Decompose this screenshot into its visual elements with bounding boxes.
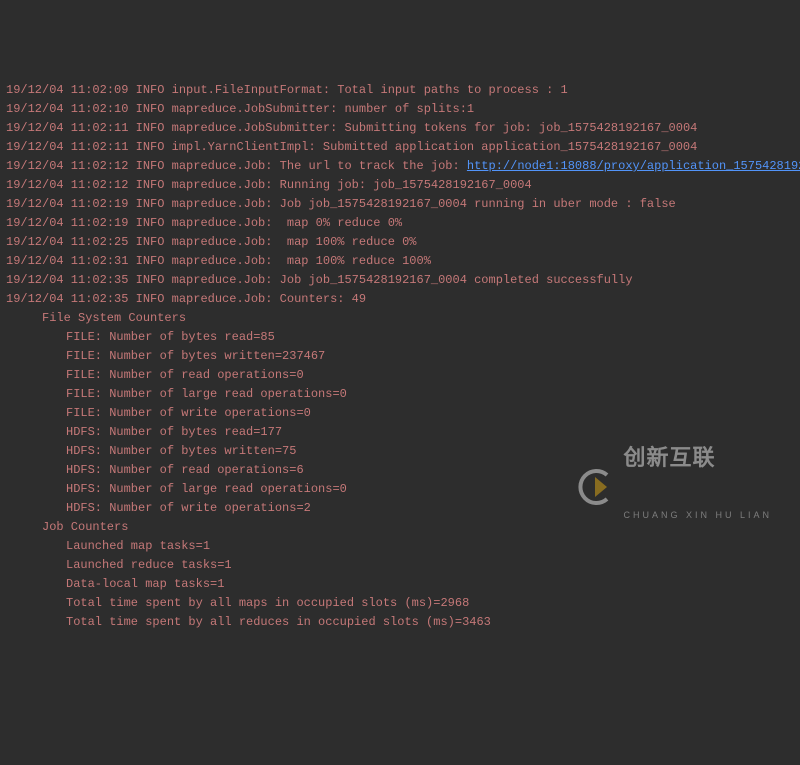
log-separator: : xyxy=(265,254,287,268)
log-separator: : xyxy=(323,83,337,97)
counter-item: HDFS: Number of bytes read=177 xyxy=(6,423,800,442)
log-timestamp: 19/12/04 11:02:11 xyxy=(6,121,128,135)
log-separator: : xyxy=(265,178,279,192)
log-level: INFO xyxy=(136,102,165,116)
log-level: INFO xyxy=(136,254,165,268)
log-separator: : xyxy=(265,235,287,249)
log-level: INFO xyxy=(136,140,165,154)
log-separator: : xyxy=(330,121,344,135)
log-level: INFO xyxy=(136,121,165,135)
log-class: mapreduce.Job xyxy=(172,178,266,192)
counter-item: FILE: Number of read operations=0 xyxy=(6,366,800,385)
log-class: mapreduce.Job xyxy=(172,273,266,287)
log-level: INFO xyxy=(136,292,165,306)
log-separator: : xyxy=(265,292,279,306)
log-level: INFO xyxy=(136,216,165,230)
counter-item: Launched reduce tasks=1 xyxy=(6,556,800,575)
log-class: mapreduce.JobSubmitter xyxy=(172,102,330,116)
counter-item: Launched map tasks=1 xyxy=(6,537,800,556)
log-class: mapreduce.Job xyxy=(172,216,266,230)
log-message: The url to track the job: xyxy=(280,159,467,173)
log-timestamp: 19/12/04 11:02:09 xyxy=(6,83,128,97)
log-separator: : xyxy=(265,159,279,173)
log-timestamp: 19/12/04 11:02:19 xyxy=(6,216,128,230)
log-line: 19/12/04 11:02:35 INFO mapreduce.Job: Jo… xyxy=(6,271,800,290)
log-message: Job job_1575428192167_0004 completed suc… xyxy=(280,273,633,287)
log-line: 19/12/04 11:02:19 INFO mapreduce.Job: ma… xyxy=(6,214,800,233)
log-line: 19/12/04 11:02:11 INFO mapreduce.JobSubm… xyxy=(6,119,800,138)
counter-item: Total time spent by all maps in occupied… xyxy=(6,594,800,613)
tracking-url-link[interactable]: http://node1:18088/proxy/application_157… xyxy=(467,159,800,173)
counter-item: FILE: Number of large read operations=0 xyxy=(6,385,800,404)
log-line: 19/12/04 11:02:11 INFO impl.YarnClientIm… xyxy=(6,138,800,157)
log-class: input.FileInputFormat xyxy=(172,83,323,97)
log-message: map 100% reduce 0% xyxy=(287,235,417,249)
counter-item: HDFS: Number of write operations=2 xyxy=(6,499,800,518)
log-message: Submitting tokens for job: job_157542819… xyxy=(344,121,697,135)
log-timestamp: 19/12/04 11:02:25 xyxy=(6,235,128,249)
log-line: 19/12/04 11:02:10 INFO mapreduce.JobSubm… xyxy=(6,100,800,119)
log-line: 19/12/04 11:02:12 INFO mapreduce.Job: Ru… xyxy=(6,176,800,195)
log-message: Job job_1575428192167_0004 running in ub… xyxy=(280,197,676,211)
log-line: 19/12/04 11:02:09 INFO input.FileInputFo… xyxy=(6,81,800,100)
log-level: INFO xyxy=(136,273,165,287)
log-timestamp: 19/12/04 11:02:31 xyxy=(6,254,128,268)
log-message: map 100% reduce 100% xyxy=(287,254,431,268)
log-level: INFO xyxy=(136,159,165,173)
counter-section-title: File System Counters xyxy=(6,309,800,328)
log-message: map 0% reduce 0% xyxy=(287,216,402,230)
log-timestamp: 19/12/04 11:02:19 xyxy=(6,197,128,211)
log-separator: : xyxy=(265,216,287,230)
log-separator: : xyxy=(265,197,279,211)
log-separator: : xyxy=(330,102,344,116)
counter-section-title: Job Counters xyxy=(6,518,800,537)
counter-item: Total time spent by all reduces in occup… xyxy=(6,613,800,632)
log-message: Counters: 49 xyxy=(280,292,366,306)
log-class: mapreduce.JobSubmitter xyxy=(172,121,330,135)
log-level: INFO xyxy=(136,83,165,97)
log-class: mapreduce.Job xyxy=(172,197,266,211)
log-level: INFO xyxy=(136,197,165,211)
log-class: mapreduce.Job xyxy=(172,254,266,268)
log-timestamp: 19/12/04 11:02:10 xyxy=(6,102,128,116)
log-level: INFO xyxy=(136,178,165,192)
counter-item: Data-local map tasks=1 xyxy=(6,575,800,594)
log-level: INFO xyxy=(136,235,165,249)
log-timestamp: 19/12/04 11:02:12 xyxy=(6,178,128,192)
counter-item: HDFS: Number of large read operations=0 xyxy=(6,480,800,499)
counter-item: HDFS: Number of read operations=6 xyxy=(6,461,800,480)
log-line: 19/12/04 11:02:12 INFO mapreduce.Job: Th… xyxy=(6,157,800,176)
log-separator: : xyxy=(308,140,322,154)
log-message: Running job: job_1575428192167_0004 xyxy=(280,178,532,192)
log-message: Submitted application application_157542… xyxy=(323,140,697,154)
terminal-log: 19/12/04 11:02:09 INFO input.FileInputFo… xyxy=(0,76,800,632)
log-class: mapreduce.Job xyxy=(172,159,266,173)
log-line: 19/12/04 11:02:25 INFO mapreduce.Job: ma… xyxy=(6,233,800,252)
counter-item: FILE: Number of bytes read=85 xyxy=(6,328,800,347)
log-class: mapreduce.Job xyxy=(172,292,266,306)
log-timestamp: 19/12/04 11:02:12 xyxy=(6,159,128,173)
counter-item: HDFS: Number of bytes written=75 xyxy=(6,442,800,461)
log-message: number of splits:1 xyxy=(344,102,474,116)
log-timestamp: 19/12/04 11:02:11 xyxy=(6,140,128,154)
log-class: impl.YarnClientImpl xyxy=(172,140,309,154)
log-timestamp: 19/12/04 11:02:35 xyxy=(6,273,128,287)
log-message: Total input paths to process : 1 xyxy=(337,83,567,97)
log-separator: : xyxy=(265,273,279,287)
log-timestamp: 19/12/04 11:02:35 xyxy=(6,292,128,306)
log-class: mapreduce.Job xyxy=(172,235,266,249)
log-line: 19/12/04 11:02:19 INFO mapreduce.Job: Jo… xyxy=(6,195,800,214)
log-line: 19/12/04 11:02:31 INFO mapreduce.Job: ma… xyxy=(6,252,800,271)
log-line: 19/12/04 11:02:35 INFO mapreduce.Job: Co… xyxy=(6,290,800,309)
counter-item: FILE: Number of bytes written=237467 xyxy=(6,347,800,366)
counter-item: FILE: Number of write operations=0 xyxy=(6,404,800,423)
